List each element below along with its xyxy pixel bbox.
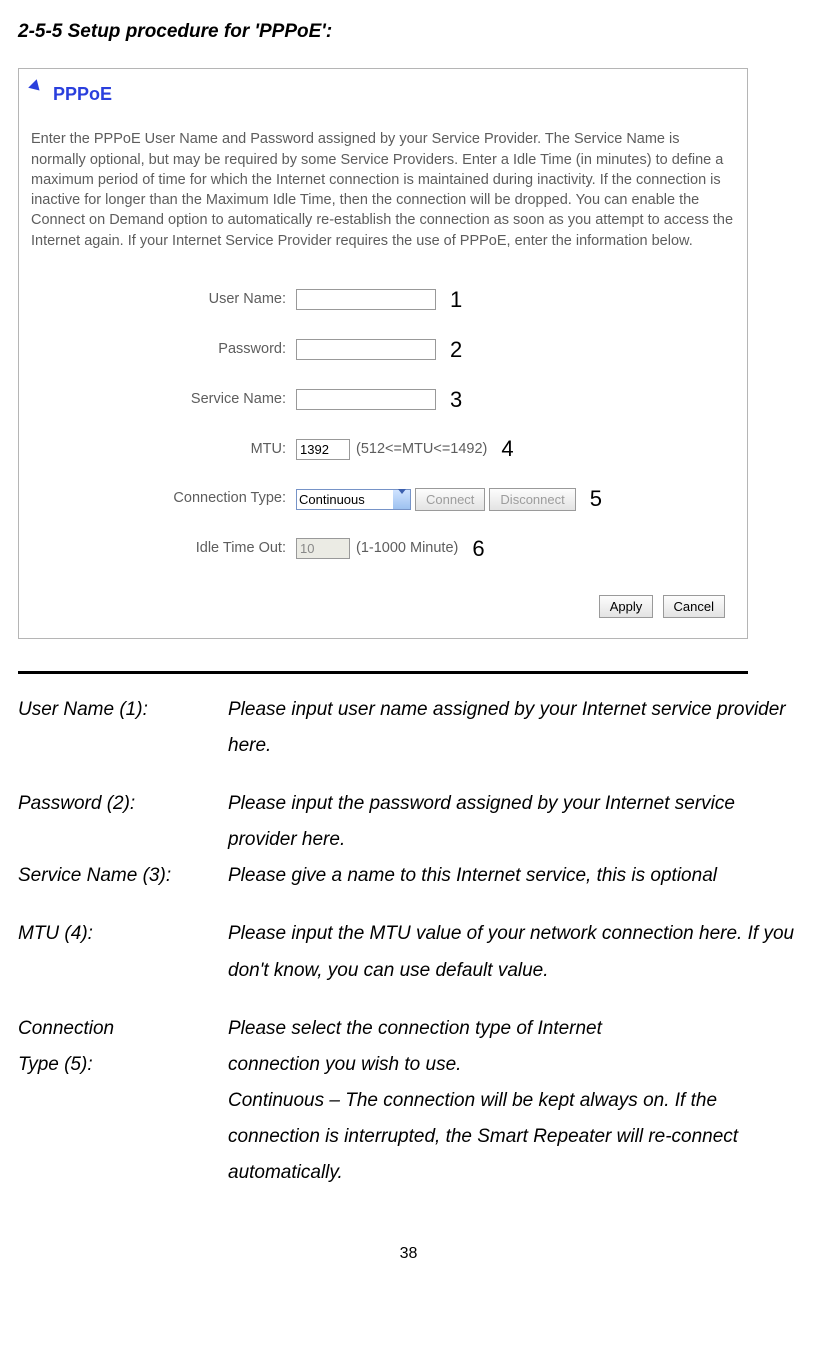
service-name-input[interactable] <box>296 389 436 410</box>
row-connection-type: Connection Type: Continuous Connect Disc… <box>31 478 735 520</box>
annot-2: 2 <box>450 329 462 371</box>
label-service-name: Service Name: <box>31 386 296 414</box>
def-term: Connection <box>18 1011 228 1047</box>
connection-type-select[interactable]: Continuous <box>296 489 411 510</box>
definitions: User Name (1): Please input user name as… <box>18 692 799 1191</box>
def-term: Service Name (3): <box>18 858 228 894</box>
panel-heading: PPPoE <box>31 77 735 111</box>
pppoe-panel: PPPoE Enter the PPPoE User Name and Pass… <box>18 68 748 639</box>
mtu-input[interactable] <box>296 439 350 460</box>
def-term: Type (5): <box>18 1047 228 1083</box>
connect-button: Connect <box>415 488 485 511</box>
idle-timeout-input <box>296 538 350 559</box>
separator <box>18 671 748 674</box>
cancel-button[interactable]: Cancel <box>663 595 725 618</box>
mtu-hint: (512<=MTU<=1492) <box>356 436 487 464</box>
def-term: Password (2): <box>18 786 228 858</box>
def-desc: Please input the MTU value of your netwo… <box>228 916 799 988</box>
label-password: Password: <box>31 336 296 364</box>
row-service-name: Service Name: 3 <box>31 379 735 421</box>
def-term <box>18 1083 228 1191</box>
username-input[interactable] <box>296 289 436 310</box>
section-title: 2-5-5 Setup procedure for 'PPPoE': <box>18 14 799 50</box>
row-password: Password: 2 <box>31 329 735 371</box>
def-desc: Please give a name to this Internet serv… <box>228 858 799 894</box>
def-desc: connection you wish to use. <box>228 1047 799 1083</box>
def-desc: Please input the password assigned by yo… <box>228 786 799 858</box>
password-input[interactable] <box>296 339 436 360</box>
label-mtu: MTU: <box>31 436 296 464</box>
annot-3: 3 <box>450 379 462 421</box>
disconnect-button: Disconnect <box>489 488 575 511</box>
label-connection-type: Connection Type: <box>31 485 296 513</box>
panel-description: Enter the PPPoE User Name and Password a… <box>31 129 735 251</box>
row-idle-timeout: Idle Time Out: (1-1000 Minute) 6 <box>31 528 735 570</box>
def-term: MTU (4): <box>18 916 228 988</box>
label-username: User Name: <box>31 286 296 314</box>
annot-5: 5 <box>590 478 602 520</box>
panel-button-row: Apply Cancel <box>31 588 735 624</box>
row-mtu: MTU: (512<=MTU<=1492) 4 <box>31 428 735 470</box>
annot-4: 4 <box>501 428 513 470</box>
apply-button[interactable]: Apply <box>599 595 654 618</box>
row-username: User Name: 1 <box>31 279 735 321</box>
def-desc: Please input user name assigned by your … <box>228 692 799 764</box>
label-idle-timeout: Idle Time Out: <box>31 535 296 563</box>
def-desc: Please select the connection type of Int… <box>228 1011 799 1047</box>
page-number: 38 <box>18 1239 799 1269</box>
annot-1: 1 <box>450 279 462 321</box>
idle-hint: (1-1000 Minute) <box>356 535 458 563</box>
def-desc: Continuous – The connection will be kept… <box>228 1083 799 1191</box>
annot-6: 6 <box>472 528 484 570</box>
def-term: User Name (1): <box>18 692 228 764</box>
